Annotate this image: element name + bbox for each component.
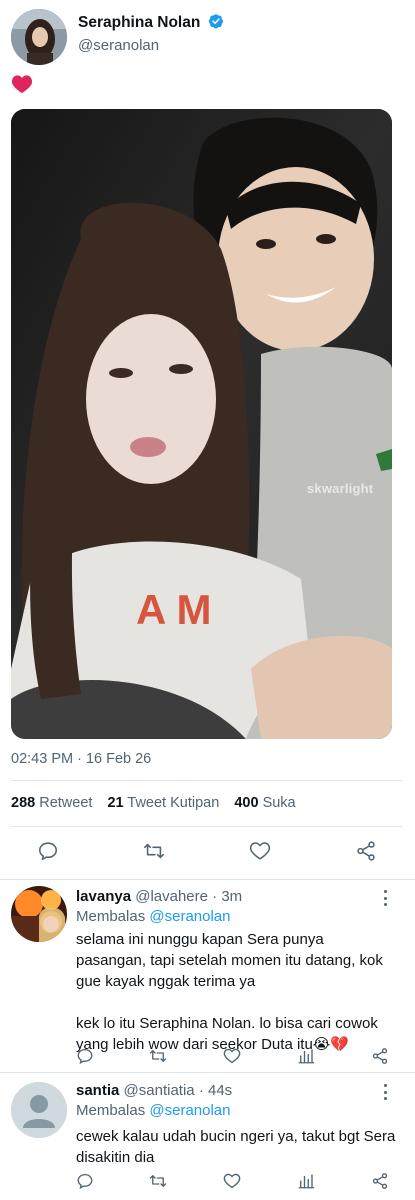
heart-outline-icon[interactable]	[223, 1172, 241, 1190]
share-icon[interactable]	[371, 1047, 389, 1065]
analytics-icon[interactable]	[297, 1172, 315, 1190]
replying-mention[interactable]: @seranolan	[149, 908, 230, 925]
photo-watermark: skwarlight	[307, 481, 374, 496]
reply-icon[interactable]	[76, 1172, 94, 1190]
replying-mention[interactable]: @seranolan	[149, 1102, 230, 1119]
reply-author-handle[interactable]: @santiatia	[124, 1082, 195, 1099]
retweet-icon	[144, 843, 164, 859]
retweet-icon[interactable]	[149, 1047, 167, 1065]
tweet-header: Seraphina Nolan @seranolan	[0, 0, 415, 70]
verified-badge-icon	[208, 14, 223, 29]
share-button[interactable]	[353, 838, 379, 864]
tweet-actions	[0, 838, 415, 868]
more-options-button[interactable]	[377, 1084, 393, 1100]
photo-illustration: A M	[11, 109, 392, 739]
divider	[11, 780, 403, 781]
quotes-count: 21	[107, 795, 124, 811]
reply-item[interactable]: santia @santiatia · 44s Membalas @serano…	[0, 1074, 415, 1200]
reply-icon	[38, 842, 58, 861]
share-icon[interactable]	[371, 1172, 389, 1190]
red-heart-icon	[11, 75, 33, 94]
dot	[383, 890, 387, 893]
reply-time[interactable]: 44s	[208, 1082, 232, 1099]
tweet-stats: 288 Retweet 21 Tweet Kutipan 400 Suka	[11, 795, 296, 811]
reply-author-handle[interactable]: @lavahere	[135, 888, 208, 905]
replying-to: Membalas @seranolan	[76, 908, 230, 925]
heart-outline-icon[interactable]	[223, 1047, 241, 1065]
author-handle[interactable]: @seranolan	[78, 37, 159, 54]
divider	[11, 826, 403, 827]
reply-author-name[interactable]: santia	[76, 1082, 119, 1099]
quotes-stat[interactable]: 21 Tweet Kutipan	[107, 795, 219, 811]
dot	[383, 1084, 387, 1087]
reply-author-name[interactable]: lavanya	[76, 888, 131, 905]
divider	[0, 1072, 415, 1073]
reply-header: lavanya @lavahere · 3m	[76, 888, 242, 905]
reply-time[interactable]: 3m	[221, 888, 242, 905]
quotes-label: Tweet Kutipan	[127, 795, 220, 811]
retweets-stat[interactable]: 288 Retweet	[11, 795, 92, 811]
likes-count: 400	[234, 795, 259, 811]
reply-header: santia @santiatia · 44s	[76, 1082, 232, 1099]
retweet-button[interactable]	[141, 838, 167, 864]
reply-icon[interactable]	[76, 1047, 94, 1065]
replying-prefix: Membalas	[76, 908, 146, 925]
dot	[383, 896, 387, 900]
reply-paragraph: cewek kalau udah bucin ngeri ya, takut b…	[76, 1128, 396, 1166]
tweet-photo[interactable]: A M skwarlight	[11, 109, 392, 739]
tweet-text: ❤️	[11, 74, 33, 99]
dot	[383, 1097, 387, 1100]
dot	[383, 1090, 387, 1094]
reply-separator: ·	[212, 888, 218, 905]
reply-actions	[76, 1172, 396, 1194]
retweet-icon[interactable]	[149, 1172, 167, 1190]
reply-button[interactable]	[35, 838, 61, 864]
replying-prefix: Membalas	[76, 1102, 146, 1119]
author-name-text[interactable]: Seraphina Nolan	[78, 14, 200, 31]
like-button[interactable]	[247, 838, 273, 864]
heart-outline-icon	[249, 842, 271, 860]
reply-text: cewek kalau udah bucin ngeri ya, takut b…	[76, 1126, 396, 1168]
reply-actions	[76, 1047, 396, 1069]
default-avatar-icon[interactable]	[11, 1082, 67, 1138]
reply-item[interactable]: lavanya @lavahere · 3m Membalas @seranol…	[0, 880, 415, 1072]
likes-label: Suka	[262, 795, 296, 811]
tweet-timestamp[interactable]: 02:43 PM · 16 Feb 26	[11, 751, 151, 767]
reply-separator: ·	[198, 1082, 204, 1099]
retweets-count: 288	[11, 795, 36, 811]
share-icon	[357, 841, 375, 861]
author-name[interactable]: Seraphina Nolan	[78, 13, 224, 32]
retweets-label: Retweet	[39, 795, 93, 811]
svg-text:A M: A M	[136, 586, 211, 633]
reply-text: selama ini nunggu kapan Sera punya pasan…	[76, 929, 396, 1055]
replying-to: Membalas @seranolan	[76, 1102, 230, 1119]
more-options-button[interactable]	[377, 890, 393, 906]
reply-paragraph: selama ini nunggu kapan Sera punya pasan…	[76, 931, 383, 990]
dot	[383, 903, 387, 906]
analytics-icon[interactable]	[297, 1047, 315, 1065]
likes-stat[interactable]: 400 Suka	[234, 795, 295, 811]
author-avatar[interactable]	[11, 9, 67, 65]
reply-avatar[interactable]	[11, 886, 67, 942]
